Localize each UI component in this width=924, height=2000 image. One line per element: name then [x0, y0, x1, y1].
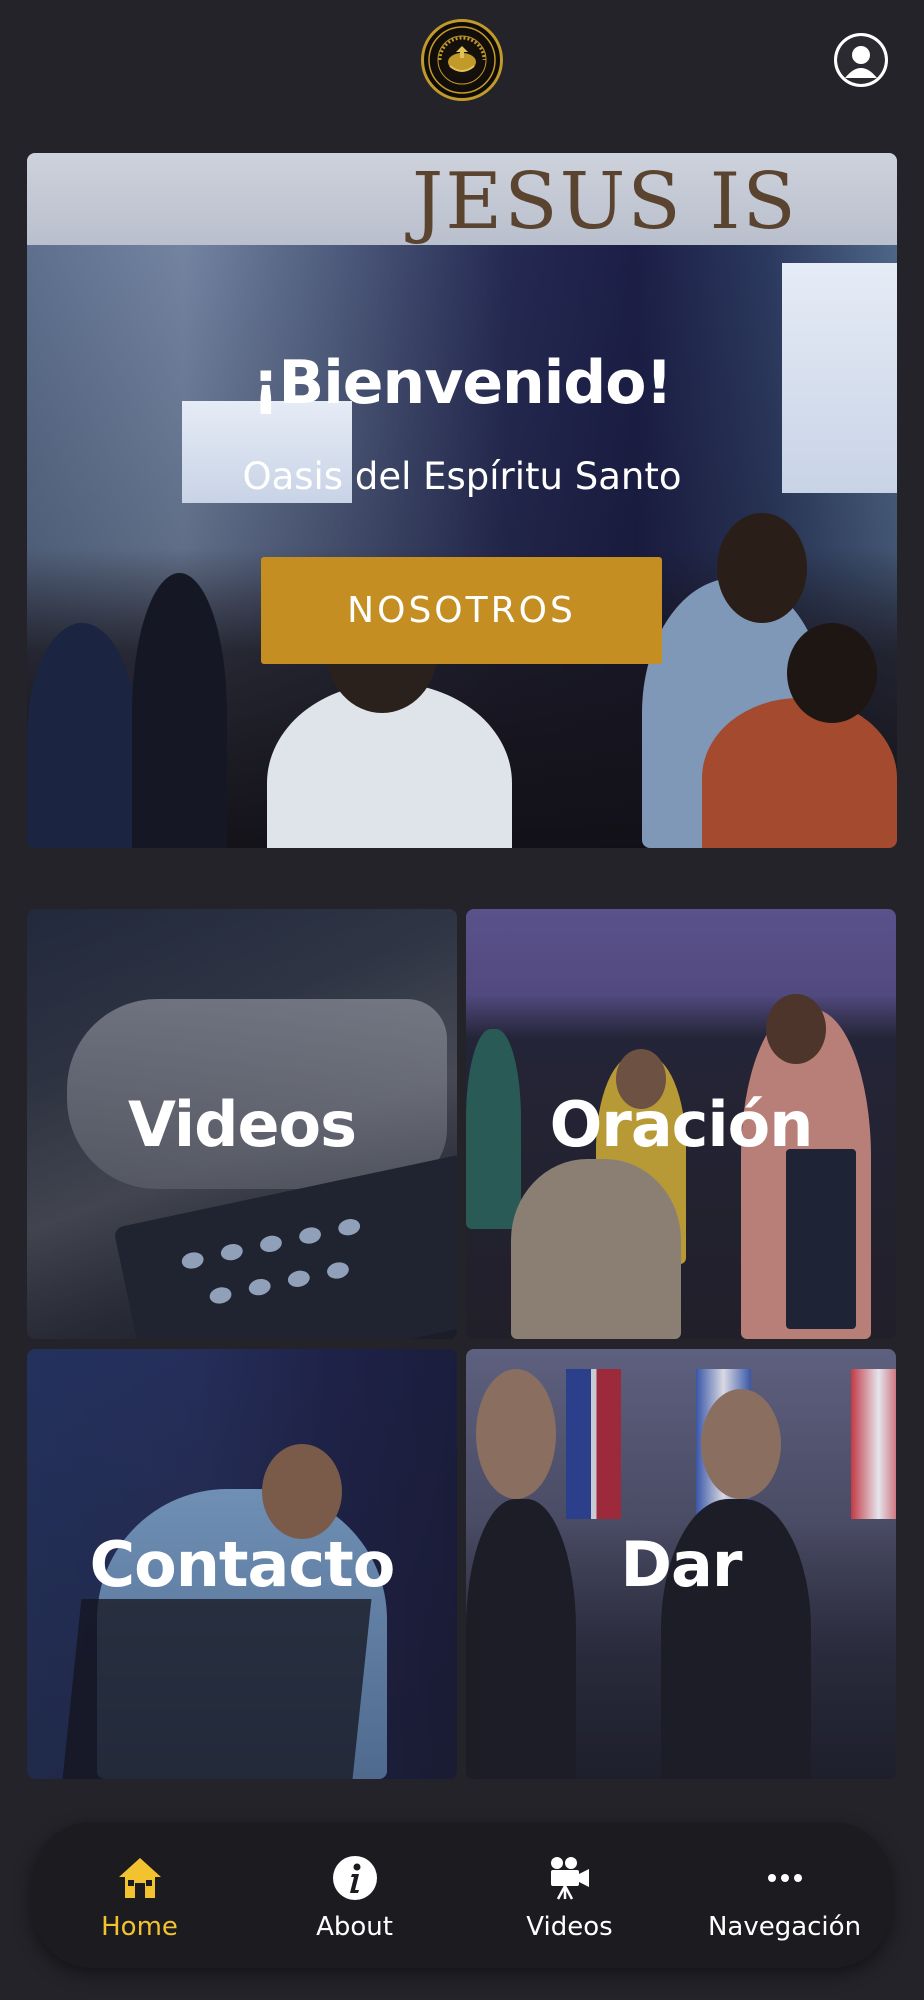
app-header: [0, 0, 924, 140]
contacto-tile-label: Contacto: [89, 1527, 396, 1601]
nav-item-videos[interactable]: Videos: [462, 1822, 677, 1968]
videos-tile-label: Videos: [127, 1087, 357, 1161]
hero-subtitle: Oasis del Espíritu Santo: [242, 455, 682, 498]
profile-button[interactable]: [834, 33, 888, 87]
nav-label-videos: Videos: [526, 1912, 613, 1942]
nav-label-about: About: [316, 1912, 393, 1942]
nav-label-navegacion: Navegación: [707, 1912, 862, 1942]
bottom-navigation: Home About Videos Navegación: [32, 1822, 892, 1968]
dar-tile[interactable]: Dar: [466, 1349, 896, 1779]
hero-banner: JESUS IS ¡Bienvenido! Oasis del Espíritu…: [27, 153, 897, 848]
dar-tile-label: Dar: [620, 1527, 743, 1601]
oracion-tile-label: Oración: [549, 1087, 814, 1161]
logo-emblem-icon: [428, 26, 496, 94]
nav-label-home: Home: [101, 1912, 178, 1942]
contacto-tile[interactable]: Contacto: [27, 1349, 457, 1779]
hero-title: ¡Bienvenido!: [252, 348, 673, 418]
home-icon: [117, 1854, 163, 1902]
church-logo: [421, 19, 503, 101]
hero-content: ¡Bienvenido! Oasis del Espíritu Santo NO…: [27, 153, 897, 848]
user-circle-icon: [837, 36, 885, 84]
nav-item-about[interactable]: About: [247, 1822, 462, 1968]
nav-item-navegacion[interactable]: Navegación: [677, 1822, 892, 1968]
oracion-tile[interactable]: Oración: [466, 909, 896, 1339]
info-icon: [332, 1854, 378, 1902]
nosotros-button[interactable]: NOSOTROS: [261, 557, 662, 664]
more-dots-icon: [762, 1854, 808, 1902]
video-camera-icon: [547, 1854, 593, 1902]
nav-item-home[interactable]: Home: [32, 1822, 247, 1968]
videos-tile[interactable]: Videos: [27, 909, 457, 1339]
